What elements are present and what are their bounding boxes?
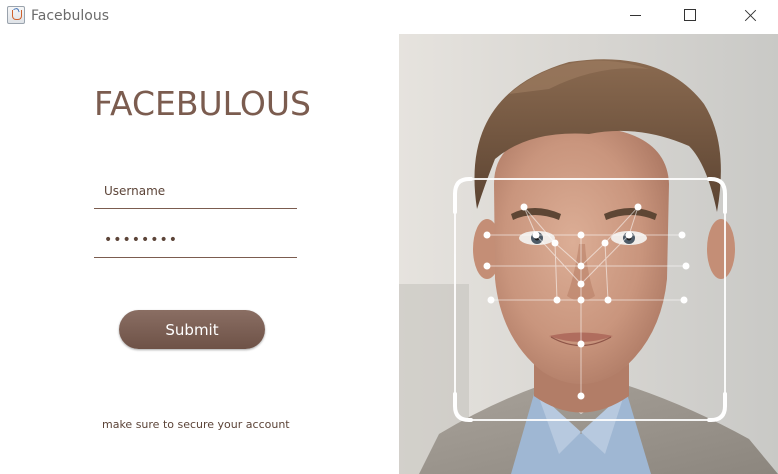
minimize-button[interactable] bbox=[612, 0, 658, 32]
face-recognition-image bbox=[399, 34, 778, 474]
password-input[interactable] bbox=[94, 222, 297, 258]
security-tagline: make sure to secure your account bbox=[102, 418, 290, 431]
window-title: Facebulous bbox=[31, 8, 110, 24]
maximize-button[interactable] bbox=[666, 0, 712, 32]
brand-title: FACEBULOUS bbox=[94, 84, 311, 123]
username-input[interactable] bbox=[94, 173, 297, 209]
face-scan-illustration bbox=[399, 34, 778, 474]
title-bar: Facebulous bbox=[0, 0, 778, 32]
close-button[interactable] bbox=[727, 0, 773, 32]
submit-button[interactable]: Submit bbox=[119, 310, 265, 349]
java-cup-icon bbox=[7, 6, 25, 24]
